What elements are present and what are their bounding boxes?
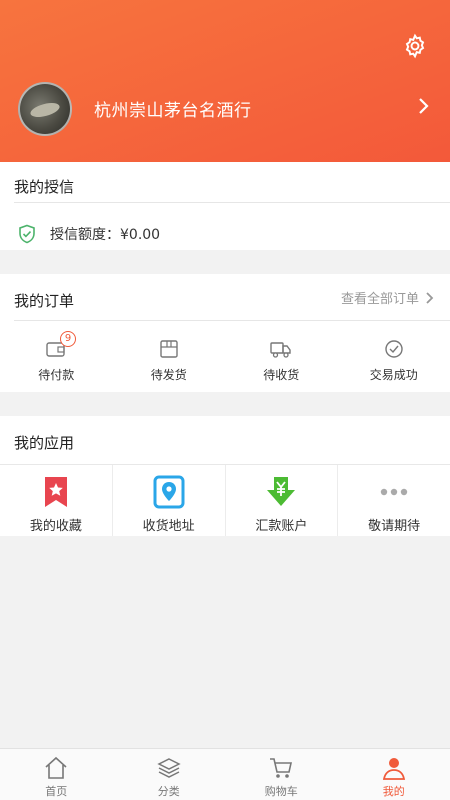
order-pending-receipt[interactable]: 待收货 [225,338,338,383]
order-status-label: 交易成功 [369,368,418,382]
bottom-tab-bar: 首页 分类 购物车 我的 [0,748,450,800]
order-pending-shipment[interactable]: 待发货 [113,338,226,383]
order-pending-payment[interactable]: 9 待付款 [0,331,113,383]
truck-icon [270,342,291,358]
credit-amount-row[interactable]: 授信额度：¥0.00 [18,224,160,244]
tab-category[interactable]: 分类 [113,749,226,800]
profile-header: 杭州崇山茅台名酒行 [0,0,450,162]
app-label: 敬请期待 [368,519,421,534]
unpaid-count-badge: 9 [60,331,76,347]
tab-label: 分类 [157,785,180,798]
orders-section: 我的订单 查看全部订单 9 待付款 待发货 待收货 交易成功 [0,274,450,392]
apps-title: 我的应用 [14,434,75,452]
location-pin-icon [153,475,185,509]
credit-amount: 授信额度：¥0.00 [50,227,161,243]
chevron-right-icon [426,291,434,304]
box-icon [160,340,178,358]
cart-icon [270,758,293,778]
home-icon [45,756,67,779]
credit-title: 我的授信 [14,178,75,196]
avatar[interactable] [18,82,72,136]
order-status-label: 待收货 [263,368,300,382]
yuan-download-icon [267,477,296,506]
view-all-label: 查看全部订单 [340,292,419,307]
app-label: 汇款账户 [255,519,308,534]
order-status-list: 9 待付款 待发货 待收货 交易成功 [0,331,450,383]
app-address[interactable]: 收货地址 [113,465,226,536]
tab-home[interactable]: 首页 [0,749,113,800]
credit-section: 我的授信 授信额度：¥0.00 [0,162,450,250]
divider [14,320,450,321]
tab-label: 我的 [382,785,405,798]
order-status-label: 待付款 [38,368,75,382]
layers-icon [157,758,181,778]
shield-check-icon [19,224,35,244]
app-coming-soon[interactable]: 敬请期待 [338,465,450,536]
check-circle-icon [385,340,403,358]
more-dots-icon [380,488,408,496]
divider [14,202,450,203]
orders-title: 我的订单 [14,292,75,310]
chevron-right-icon[interactable] [416,96,430,116]
tab-cart[interactable]: 购物车 [225,749,338,800]
shop-name[interactable]: 杭州崇山茅台名酒行 [94,96,252,121]
bookmark-star-icon [44,477,67,507]
app-label: 我的收藏 [29,519,82,534]
view-all-orders-link[interactable]: 查看全部订单 [341,288,434,307]
tab-mine[interactable]: 我的 [338,749,450,800]
app-grid: 我的收藏 收货地址 汇款账户 敬请期待 [0,464,450,536]
tab-label: 购物车 [264,785,298,798]
tab-label: 首页 [45,785,68,798]
gear-icon[interactable] [402,33,428,59]
app-remittance[interactable]: 汇款账户 [226,465,339,536]
app-favorites[interactable]: 我的收藏 [0,465,113,536]
apps-section: 我的应用 我的收藏 收货地址 汇款账户 敬请期待 [0,416,450,536]
app-label: 收货地址 [142,519,195,534]
order-status-label: 待发货 [150,368,187,382]
user-icon [382,758,405,780]
order-completed[interactable]: 交易成功 [338,338,450,383]
